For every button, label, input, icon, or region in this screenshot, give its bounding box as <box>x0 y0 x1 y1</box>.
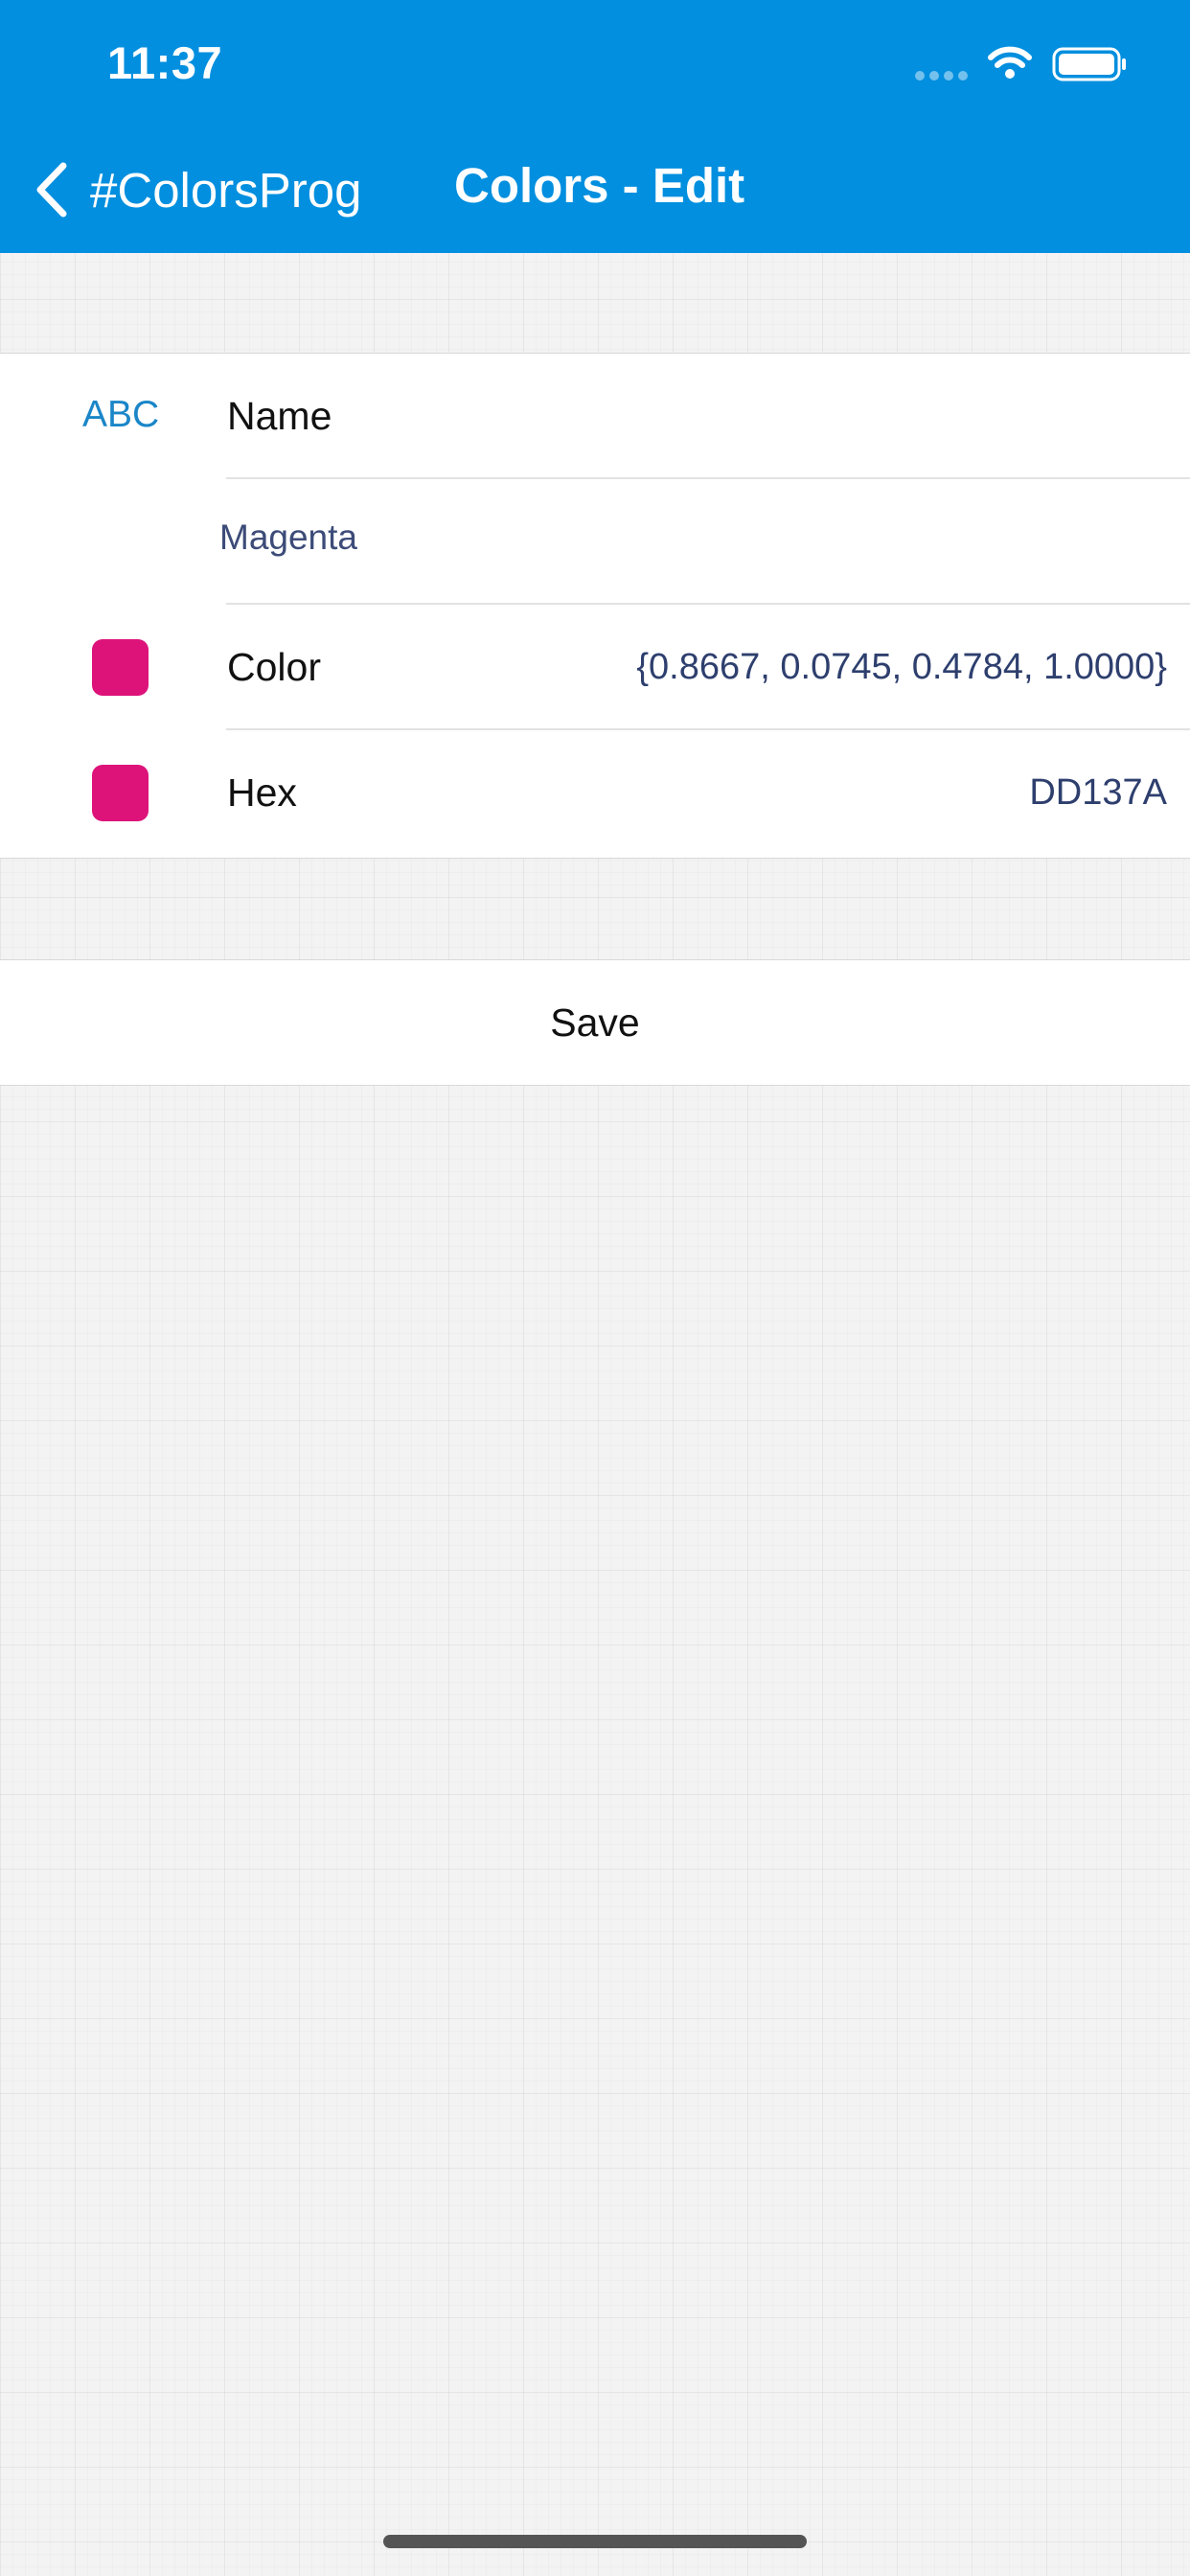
name-row: ABC Name <box>0 354 1190 479</box>
hex-swatch[interactable] <box>92 765 149 821</box>
save-button[interactable]: Save <box>0 959 1190 1086</box>
cellular-signal-icon <box>915 71 969 80</box>
hex-label: Hex <box>227 770 297 815</box>
wifi-icon <box>988 46 1032 79</box>
home-indicator[interactable] <box>383 2535 807 2548</box>
page-title: Colors - Edit <box>454 158 745 213</box>
color-row[interactable]: Color {0.8667, 0.0745, 0.4784, 1.0000} <box>0 605 1190 730</box>
color-swatch[interactable] <box>92 639 149 696</box>
color-form: ABC Name Color {0.8667, 0.0745, 0.4784, … <box>0 353 1190 859</box>
back-button[interactable]: #ColorsProg <box>33 151 361 228</box>
battery-icon <box>1052 47 1126 81</box>
back-chevron-icon <box>36 162 67 218</box>
color-value: {0.8667, 0.0745, 0.4784, 1.0000} <box>636 647 1167 687</box>
color-label: Color <box>227 645 321 689</box>
name-input-row[interactable] <box>0 479 1190 605</box>
hex-row[interactable]: Hex DD137A <box>0 730 1190 856</box>
navigation-header: 11:37 #ColorsProg Colors - Edit <box>0 0 1190 253</box>
save-button-label: Save <box>550 1000 640 1045</box>
abc-icon: ABC <box>82 394 160 435</box>
name-input[interactable] <box>219 518 1130 558</box>
name-label: Name <box>227 394 332 438</box>
back-button-label: #ColorsProg <box>90 162 362 218</box>
status-time: 11:37 <box>107 37 223 88</box>
hex-value: DD137A <box>1029 772 1167 813</box>
